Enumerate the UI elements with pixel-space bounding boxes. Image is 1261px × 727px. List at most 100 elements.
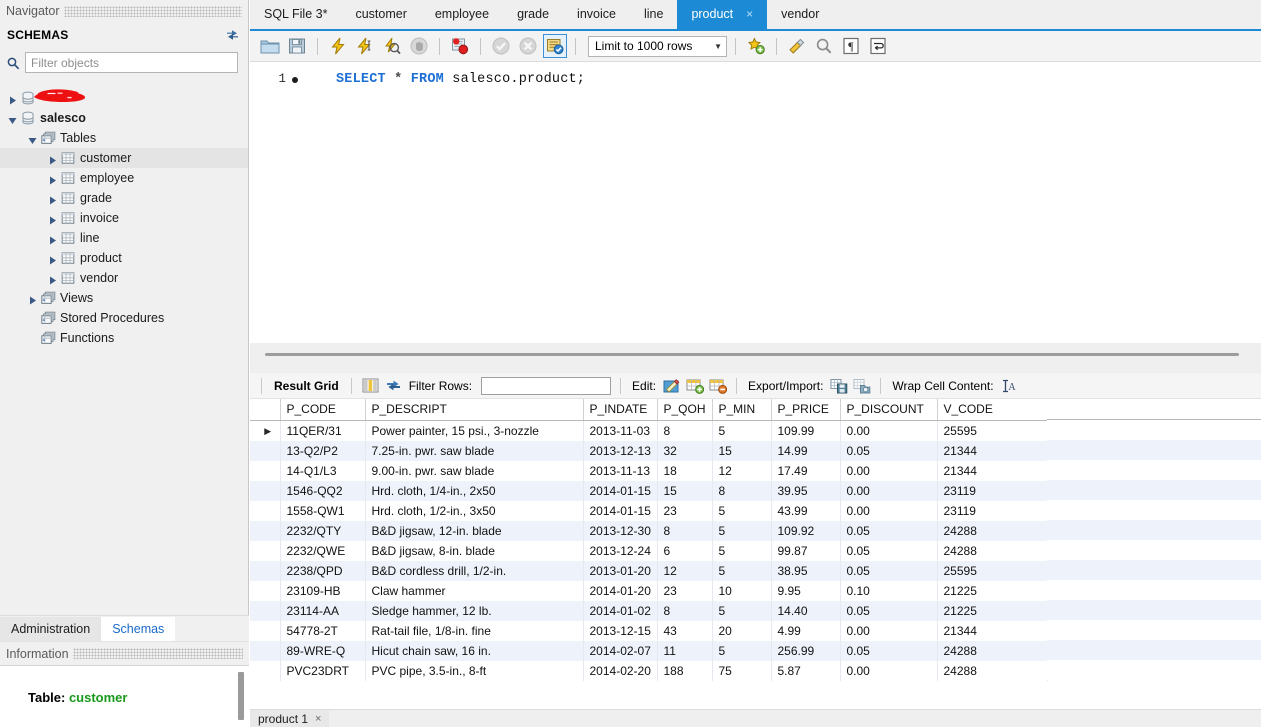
cell-p_discount[interactable]: 0.05 [840,520,938,541]
cell-p_discount[interactable]: 0.05 [840,440,938,461]
column-header-p_code[interactable]: P_CODE [280,399,366,421]
show-invisible-chars-icon[interactable]: ¶ [839,34,863,58]
cell-p_indate[interactable]: 2013-12-13 [583,440,658,461]
beautify-sql-icon[interactable] [785,34,809,58]
tree-item-salesco[interactable]: salesco [0,108,248,128]
editor-tab-invoice[interactable]: invoice [563,0,630,29]
row-marker[interactable] [250,480,281,501]
close-icon[interactable]: × [315,713,321,725]
cell-p_discount[interactable]: 0.00 [840,660,938,681]
cell-v_code[interactable]: 24288 [937,540,1048,561]
cell-v_code[interactable]: 21225 [937,580,1048,601]
editor-tab-sql-file-3[interactable]: SQL File 3* [250,0,341,29]
table-row[interactable]: 14-Q1/L3 9.00-in. pwr. saw blade 2013-11-1… [250,460,1048,481]
cell-p_qoh[interactable]: 6 [657,540,713,561]
column-header-p_discount[interactable]: P_DISCOUNT [840,399,938,421]
cell-p_qoh[interactable]: 23 [657,580,713,601]
cell-p_qoh[interactable]: 32 [657,440,713,461]
cell-p_descript[interactable]: Power painter, 15 psi., 3-nozzle [365,420,584,441]
cell-p_price[interactable]: 109.99 [771,420,841,441]
table-row[interactable]: 2238/QPD B&D cordless drill, 1/2-in. 2013-… [250,560,1048,581]
cell-p_code[interactable]: 2238/QPD [280,560,366,581]
cell-v_code[interactable]: 25595 [937,560,1048,581]
navigator-tab-schemas[interactable]: Schemas [101,617,176,641]
table-row[interactable]: 89-WRE-Q Hicut chain saw, 16 in. 2014-02-0… [250,640,1048,661]
cell-p_discount[interactable]: 0.00 [840,500,938,521]
cell-p_min[interactable]: 10 [712,580,772,601]
tree-item-redacted-schema[interactable] [0,88,248,108]
chevron-right-icon[interactable] [8,94,17,104]
filter-rows-input[interactable] [481,376,612,395]
wrap-cell-content-icon[interactable]: A [1000,377,1019,395]
chevron-right-icon[interactable] [48,214,57,224]
cell-p_indate[interactable]: 2014-02-20 [583,660,658,681]
cell-p_price[interactable]: 17.49 [771,460,841,481]
tree-item-views[interactable]: Views [0,288,248,308]
chevron-right-icon[interactable] [48,254,57,264]
editor-tab-product[interactable]: product × [677,0,768,29]
cell-p_code[interactable]: 89-WRE-Q [280,640,366,661]
close-icon[interactable]: × [746,7,753,21]
refresh-icon[interactable] [225,28,240,42]
cell-p_min[interactable]: 5 [712,600,772,621]
cell-p_min[interactable]: 12 [712,460,772,481]
cell-p_discount[interactable]: 0.05 [840,640,938,661]
table-row[interactable]: 23114-AA Sledge hammer, 12 lb. 2014-01-02 8… [250,600,1048,621]
tree-item-tables[interactable]: Tables [0,128,248,148]
cell-p_min[interactable]: 5 [712,540,772,561]
tree-item-customer[interactable]: customer [0,148,248,168]
row-marker[interactable] [250,580,281,601]
table-row[interactable]: 2232/QTY B&D jigsaw, 12-in. blade 2013-12-… [250,520,1048,541]
cell-p_descript[interactable]: B&D cordless drill, 1/2-in. [365,560,584,581]
row-marker[interactable] [250,460,281,481]
cell-p_descript[interactable]: B&D jigsaw, 12-in. blade [365,520,584,541]
cell-p_code[interactable]: 2232/QTY [280,520,366,541]
tree-item-grade[interactable]: grade [0,188,248,208]
cell-p_indate[interactable]: 2013-12-15 [583,620,658,641]
find-icon[interactable] [812,34,836,58]
row-marker[interactable] [250,560,281,581]
chevron-right-icon[interactable] [48,234,57,244]
tree-item-functions[interactable]: Functions [0,328,248,348]
cell-p_price[interactable]: 14.99 [771,440,841,461]
cell-v_code[interactable]: 24288 [937,660,1048,681]
column-header-v_code[interactable]: V_CODE [937,399,1048,421]
cell-p_code[interactable]: 23109-HB [280,580,366,601]
row-marker[interactable] [250,620,281,641]
information-scrollbar[interactable] [238,672,244,720]
cell-p_indate[interactable]: 2013-11-13 [583,460,658,481]
cell-p_qoh[interactable]: 23 [657,500,713,521]
column-header-p_qoh[interactable]: P_QOH [657,399,713,421]
cell-p_price[interactable]: 14.40 [771,600,841,621]
editor-tab-customer[interactable]: customer [341,0,420,29]
chevron-right-icon[interactable] [48,174,57,184]
wrap-lines-icon[interactable] [866,34,890,58]
cell-p_discount[interactable]: 0.05 [840,600,938,621]
cell-p_qoh[interactable]: 8 [657,520,713,541]
explain-statement-icon[interactable] [380,34,404,58]
table-row[interactable]: 1558-QW1 Hrd. cloth, 1/2-in., 3x50 2014-01… [250,500,1048,521]
cell-p_descript[interactable]: Hrd. cloth, 1/4-in., 2x50 [365,480,584,501]
cell-p_price[interactable]: 9.95 [771,580,841,601]
chevron-right-icon[interactable] [28,294,37,304]
cell-p_indate[interactable]: 2014-02-07 [583,640,658,661]
editor-tab-employee[interactable]: employee [421,0,503,29]
cell-p_code[interactable]: 54778-2T [280,620,366,641]
cell-p_qoh[interactable]: 8 [657,600,713,621]
execute-current-statement-icon[interactable] [353,34,377,58]
edit-cell-icon[interactable] [662,377,681,395]
cell-p_descript[interactable]: PVC pipe, 3.5-in., 8-ft [365,660,584,681]
refresh-grid-icon[interactable] [384,377,403,395]
cell-p_price[interactable]: 43.99 [771,500,841,521]
cell-p_discount[interactable]: 0.05 [840,540,938,561]
chevron-down-icon[interactable] [28,134,37,144]
cell-p_min[interactable]: 5 [712,520,772,541]
cell-p_discount[interactable]: 0.00 [840,460,938,481]
tree-item-product[interactable]: product [0,248,248,268]
tree-item-invoice[interactable]: invoice [0,208,248,228]
row-marker[interactable] [250,660,281,681]
cell-p_min[interactable]: 5 [712,640,772,661]
cell-p_discount[interactable]: 0.05 [840,560,938,581]
cell-p_code[interactable]: PVC23DRT [280,660,366,681]
row-marker[interactable] [250,640,281,661]
